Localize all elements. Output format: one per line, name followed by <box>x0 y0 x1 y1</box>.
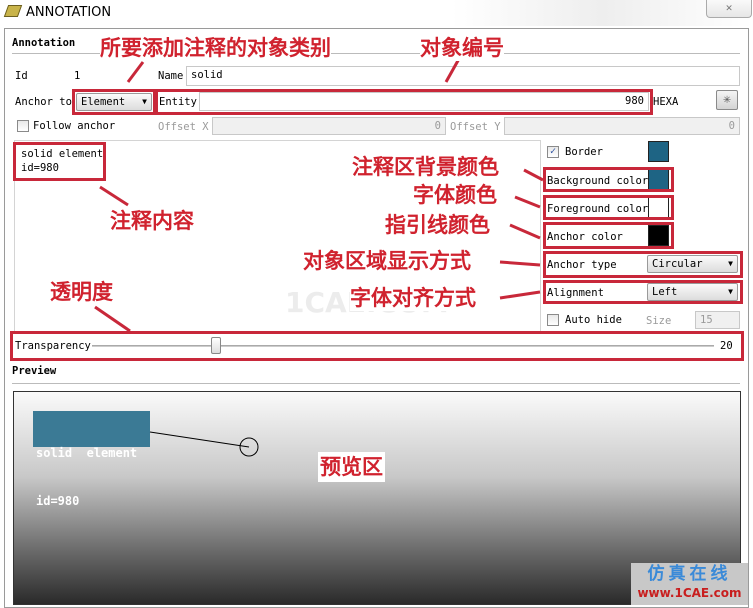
note-object-type: 所要添加注释的对象类别 <box>100 35 331 61</box>
arrow <box>499 260 541 267</box>
note-font-color: 字体颜色 <box>413 182 497 208</box>
arrow <box>126 61 145 83</box>
note-display: 对象区域显示方式 <box>303 248 471 274</box>
note-bg: 注释区背景颜色 <box>352 154 499 180</box>
arrow <box>514 195 541 209</box>
note-transparency: 透明度 <box>50 279 113 305</box>
arrow <box>99 185 129 207</box>
arrow <box>523 168 544 182</box>
note-align: 字体对齐方式 <box>350 285 476 311</box>
note-content: 注释内容 <box>110 208 194 234</box>
arrow <box>499 290 541 300</box>
arrow <box>509 223 541 240</box>
arrow <box>94 305 131 333</box>
note-object-id: 对象编号 <box>420 35 504 61</box>
note-preview: 预览区 <box>318 452 385 482</box>
note-leader-color: 指引线颜色 <box>385 212 490 238</box>
